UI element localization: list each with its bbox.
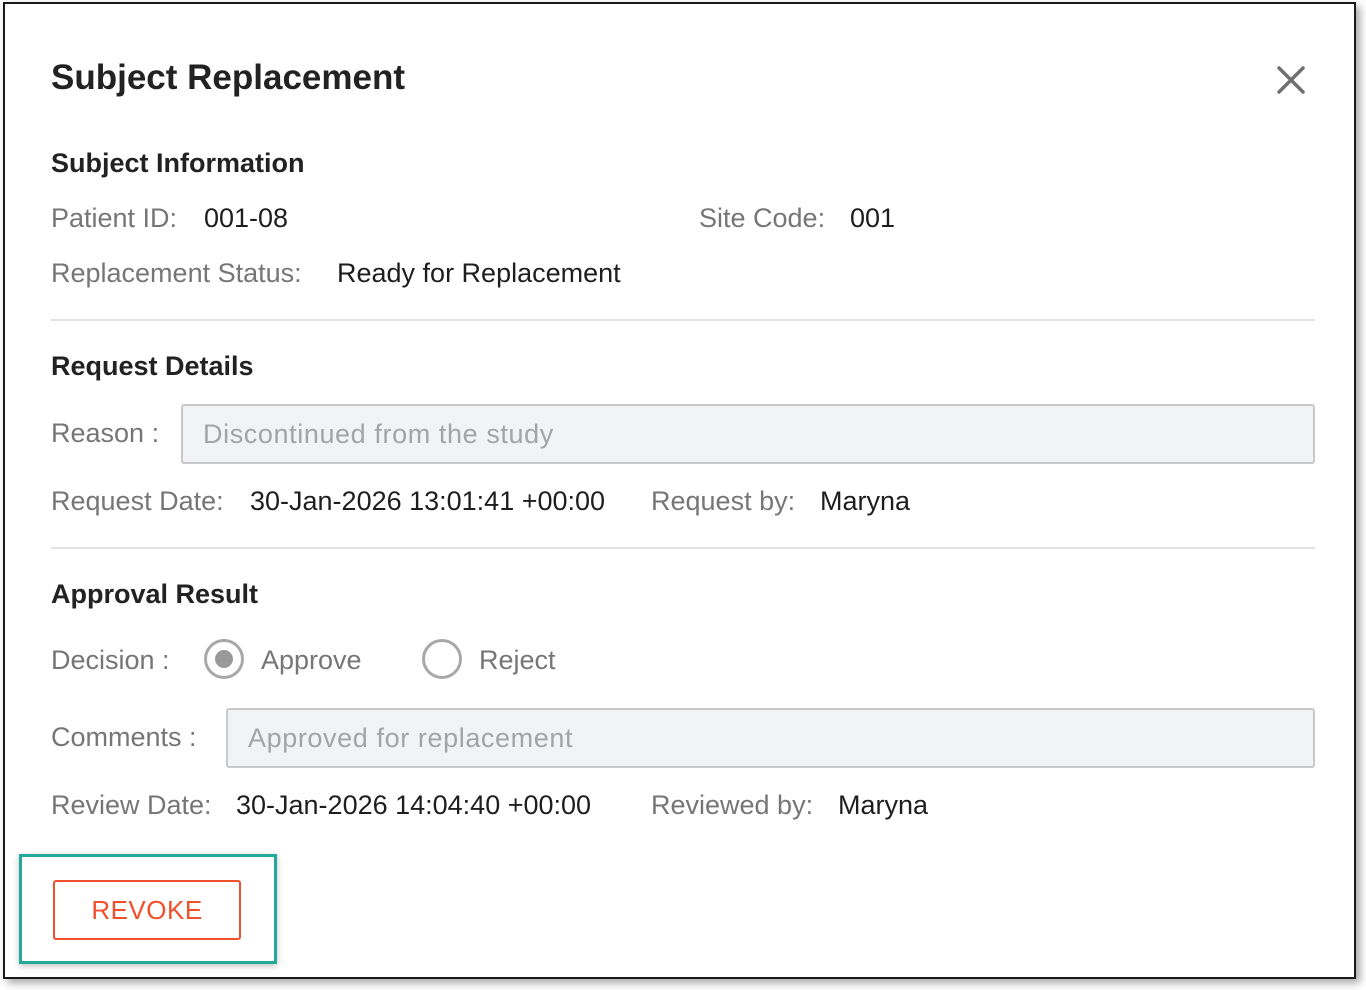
approve-radio[interactable] [204,639,244,679]
patient-id-label: Patient ID: [51,203,178,233]
review-date-label: Review Date: [51,790,212,820]
replacement-status-value: Ready for Replacement [337,258,621,288]
reject-radio-label[interactable]: Reject [479,645,556,676]
section-divider [51,547,1315,549]
comments-field[interactable] [226,708,1315,768]
request-by-label: Request by: [651,486,796,516]
approval-result-heading: Approval Result [51,579,259,609]
request-by-value: Maryna [820,486,911,516]
close-button[interactable] [1273,62,1309,98]
comments-label: Comments : [51,722,197,752]
request-date-label: Request Date: [51,486,224,516]
patient-id-value: 001-08 [204,203,289,233]
close-icon [1277,66,1305,94]
subject-replacement-dialog: Subject Replacement Subject Information … [3,2,1356,979]
reason-field[interactable] [181,404,1315,464]
decision-label: Decision : [51,645,170,675]
approve-radio-label[interactable]: Approve [261,645,362,676]
reject-radio[interactable] [422,639,462,679]
section-divider [51,319,1315,321]
revoke-button[interactable]: REVOKE [53,880,241,940]
review-date-value: 30-Jan-2026 14:04:40 +00:00 [236,790,592,820]
reason-label: Reason : [51,418,160,448]
reviewed-by-value: Maryna [838,790,929,820]
dialog-title: Subject Replacement [51,58,405,97]
request-details-heading: Request Details [51,351,254,381]
replacement-status-label: Replacement Status: [51,258,302,288]
subject-information-heading: Subject Information [51,148,305,178]
reviewed-by-label: Reviewed by: [651,790,814,820]
request-date-value: 30-Jan-2026 13:01:41 +00:00 [250,486,606,516]
site-code-value: 001 [850,203,896,233]
site-code-label: Site Code: [699,203,826,233]
